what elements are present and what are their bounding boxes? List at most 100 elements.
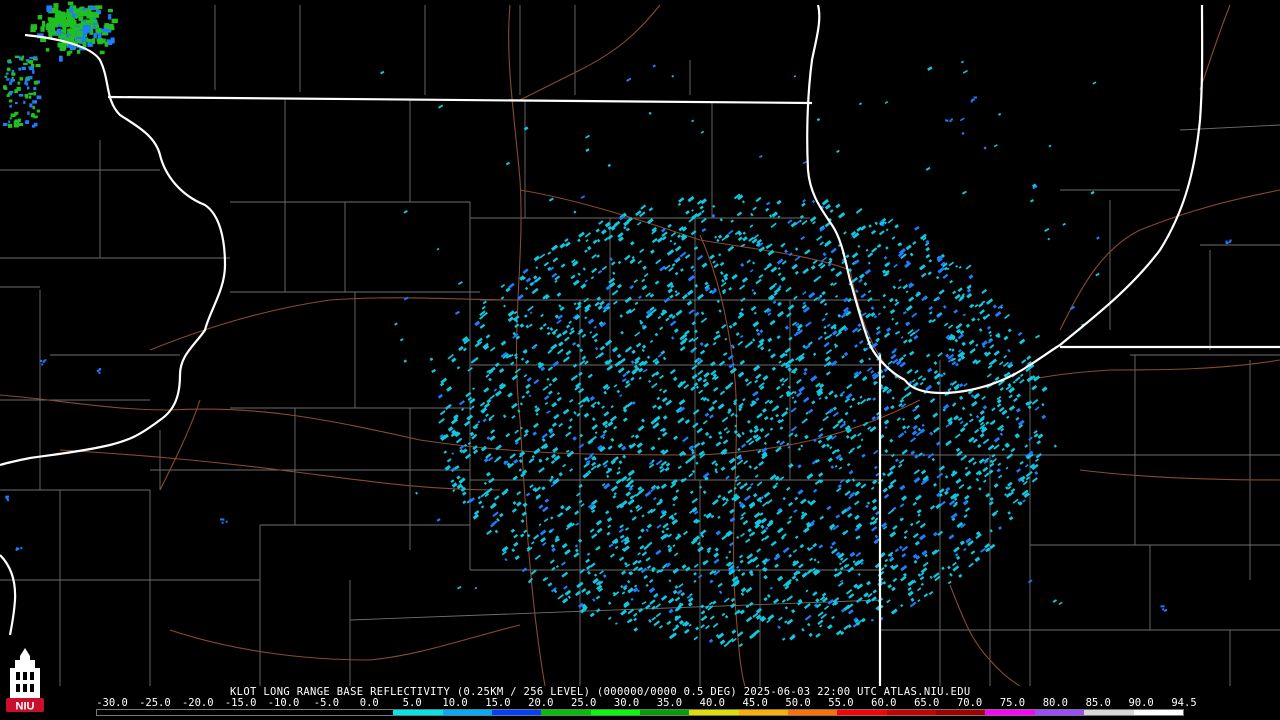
color-swatch [442, 710, 492, 715]
echo-cell [21, 57, 24, 61]
color-swatch [97, 710, 147, 715]
echo-cell [11, 69, 15, 73]
echo-cell [111, 18, 118, 24]
echo-cell [37, 15, 43, 20]
echo-cell [1162, 605, 1165, 608]
echo-cell [110, 37, 115, 44]
echo-cell [82, 42, 87, 47]
echo-cell [41, 363, 44, 366]
echo-cell [1165, 609, 1167, 612]
echo-cell [96, 38, 101, 42]
echo-cell [3, 122, 8, 127]
echo-cell [16, 86, 21, 91]
echo-cell [5, 495, 8, 498]
color-scale-labels: -30.0 -25.0 -20.0 -15.0 -10.0 -5.0 0.0 5.0 10.0 1… [0, 697, 1280, 709]
echo-cell [42, 360, 45, 363]
echo-cell [62, 20, 68, 26]
scale-tick-label: 70.0 [956, 697, 983, 709]
scale-tick-label: 0.0 [359, 697, 379, 709]
scale-tick-label: -10.0 [267, 697, 300, 709]
echo-cell [8, 99, 13, 103]
echo-cell [33, 80, 39, 85]
scale-tick-label: 10.0 [442, 697, 468, 709]
echo-cell [28, 95, 32, 99]
color-swatch [639, 710, 690, 715]
color-swatch [491, 710, 542, 715]
color-swatch [1034, 710, 1085, 715]
echo-cell [10, 113, 16, 117]
echo-cell [23, 100, 26, 104]
echo-cell [67, 1, 74, 6]
echo-cell [36, 109, 40, 113]
echo-cell [13, 73, 16, 76]
color-swatch [738, 710, 789, 715]
scale-tick-label: 40.0 [699, 697, 725, 709]
echo-cell [7, 495, 9, 498]
echo-cell [46, 8, 53, 12]
echo-cell [48, 32, 53, 36]
echo-cell [93, 32, 97, 39]
echo-cell [27, 111, 30, 115]
echo-cell [9, 104, 12, 108]
echo-cell [76, 39, 82, 44]
echo-cell [10, 78, 14, 83]
echo-cell [34, 122, 38, 127]
echo-cell [35, 64, 41, 68]
scale-tick-label: -5.0 [313, 697, 340, 709]
echo-cell [15, 548, 18, 551]
echo-cell [1160, 605, 1163, 608]
scale-tick-label: 65.0 [914, 697, 940, 709]
echo-cell [8, 59, 11, 63]
echo-cell [13, 124, 19, 128]
scale-tick-label: 90.0 [1128, 697, 1154, 709]
echo-cell [6, 78, 10, 81]
echo-cell [33, 58, 38, 61]
echo-cell [6, 67, 11, 72]
echo-cell [27, 60, 33, 64]
niu-logo-text: NIU [16, 701, 35, 713]
echo-cell [1229, 240, 1232, 243]
color-swatch [393, 710, 443, 715]
color-swatch [788, 710, 838, 715]
color-swatch [985, 710, 1035, 715]
echo-cell [5, 72, 9, 75]
echo-cell [30, 114, 35, 118]
echo-cell [25, 120, 30, 124]
echo-cell [53, 17, 61, 24]
radar-map [0, 0, 1280, 686]
echo-cell [220, 518, 223, 521]
echo-cell [57, 42, 63, 48]
scale-tick-label: -30.0 [96, 697, 128, 709]
echo-cell [20, 547, 23, 550]
scale-tick-label: 55.0 [828, 697, 854, 709]
echo-cell [56, 10, 61, 15]
echo-cell [28, 66, 33, 69]
echo-cell [87, 39, 92, 43]
echo-cell [107, 8, 113, 13]
scale-tick-label: 75.0 [999, 697, 1026, 709]
echo-cell [222, 518, 225, 521]
echo-cell [18, 67, 21, 71]
color-swatch [590, 710, 640, 715]
scale-tick-label: 85.0 [1085, 697, 1111, 709]
echo-cell [69, 35, 73, 42]
color-swatch [1084, 710, 1134, 715]
echo-cell [108, 14, 112, 20]
echo-cell [36, 95, 42, 100]
echo-cell [221, 521, 224, 524]
echo-cell [69, 45, 76, 50]
echo-cell [225, 520, 228, 523]
echo-cell [29, 103, 33, 108]
product-caption: KLOT LONG RANGE BASE REFLECTIVITY (0.25K… [230, 686, 971, 698]
scale-tick-label: 15.0 [485, 697, 511, 709]
echo-cell [89, 18, 94, 23]
echo-cell [59, 47, 66, 51]
echo-cell [97, 32, 102, 39]
echo-cell [68, 50, 73, 54]
echo-cell [30, 24, 37, 30]
color-swatch [689, 710, 739, 715]
echo-cell [98, 371, 101, 374]
echo-cell [87, 43, 93, 47]
echo-cell [76, 49, 81, 54]
echo-cell [59, 55, 63, 62]
